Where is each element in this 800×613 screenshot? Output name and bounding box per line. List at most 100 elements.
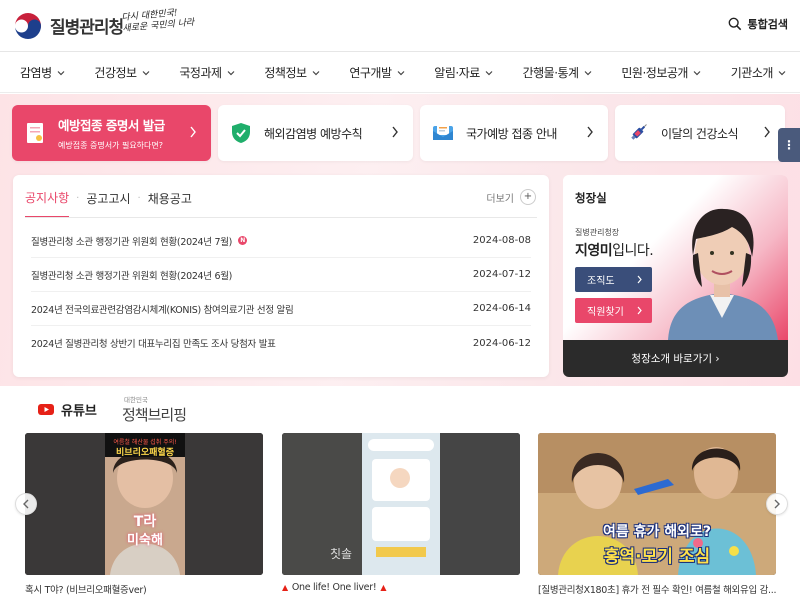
more-button[interactable]: 더보기 + (486, 189, 536, 205)
chevron-right-icon (637, 306, 642, 315)
nav-item-label: 정책정보 (264, 66, 307, 80)
bell-icon: ▲ (282, 583, 288, 592)
nav-item-2[interactable]: 국정과제 (179, 64, 234, 81)
site-header: 질병관리청 다시 대한민국! 새로운 국민의 나라 통합검색 (0, 0, 800, 52)
chevron-right-icon (774, 499, 780, 509)
notice-panel: 공지사항 · 공고고시 · 채용공고 더보기 + 질병관리청 소관 행정기관 위… (13, 175, 549, 377)
notice-title: 2024년 질병관리청 상반기 대표누리집 만족도 조사 당첨자 발표 (31, 336, 276, 350)
plus-icon: + (520, 189, 536, 205)
chevron-right-icon (637, 275, 642, 284)
chevron-right-icon (587, 126, 593, 138)
bell-icon: ▲ (380, 583, 387, 592)
video-2-image (282, 433, 520, 575)
notice-row[interactable]: 2024년 질병관리청 상반기 대표누리집 만족도 조사 당첨자 발표 2024… (31, 326, 531, 360)
video-3-caption-line1: 여름 휴가 해외로? (602, 524, 712, 540)
nav-item-0[interactable]: 감염병 (20, 64, 65, 81)
nav-item-3[interactable]: 정책정보 (264, 64, 319, 81)
tab-notice[interactable]: 공지사항 (25, 189, 70, 218)
notice-title-text: 2024년 질병관리청 상반기 대표누리집 만족도 조사 당첨자 발표 (31, 339, 276, 350)
director-intro-link[interactable]: 청장소개 바로가기 › (563, 340, 788, 377)
video-2-thumb-text: 칫솔 (330, 547, 353, 561)
staff-search-label: 직원찾기 (587, 307, 624, 318)
chevron-right-icon (392, 126, 398, 138)
nav-item-7[interactable]: 민원·정보공개 (621, 64, 701, 81)
syringe-icon (631, 124, 647, 140)
chevron-right-icon (190, 126, 196, 138)
chevron-left-icon (23, 499, 29, 509)
slogan: 다시 대한민국! 새로운 국민의 나라 (121, 7, 195, 35)
chevron-right-icon (764, 126, 770, 138)
more-label: 더보기 (486, 193, 514, 205)
national-vaccination-label: 국가예방 접종 안내 (466, 126, 557, 141)
notice-title: 질병관리청 소관 행정기관 위원회 현황(2024년 7월) N (31, 234, 248, 248)
notice-row[interactable]: 2024년 전국의료관련감염감시체계(KONIS) 참여의료기관 선정 알림 2… (31, 292, 531, 326)
staff-search-button[interactable]: 직원찾기 (575, 298, 652, 323)
org-chart-button[interactable]: 조직도 (575, 267, 652, 292)
tab-separator: · (76, 193, 80, 204)
director-portrait (668, 208, 778, 340)
youtube-heading[interactable]: 유튜브 (38, 400, 97, 419)
tab-announcement[interactable]: 공고고시 (86, 190, 130, 217)
vaccination-certificate-card[interactable]: 예방접종 증명서 발급 예방접종 증명서가 필요하다면? (12, 105, 211, 161)
chevron-down-icon (485, 70, 493, 75)
new-badge: N (238, 236, 248, 245)
kdca-logo-icon[interactable] (12, 10, 44, 42)
integrated-search-button[interactable]: 통합검색 (728, 16, 788, 32)
chevron-down-icon (693, 70, 701, 75)
director-office-title: 청장실 (575, 191, 607, 205)
overseas-infection-card[interactable]: 해외감염병 예방수칙 (218, 105, 413, 161)
video-2-caption: One life! One liver! (291, 582, 377, 593)
notice-date: 2024-08-08 (472, 235, 531, 246)
policy-briefing-logo[interactable]: 대한민국 정책브리핑 (122, 394, 187, 425)
search-label: 통합검색 (747, 18, 788, 31)
nav-item-label: 국정과제 (179, 66, 222, 80)
nav-item-label: 기관소개 (730, 66, 774, 80)
tab-recruitment[interactable]: 채용공고 (148, 190, 192, 217)
chevron-down-icon (778, 70, 786, 75)
notice-title-text: 질병관리청 소관 행정기관 위원회 현황(2024년 7월) (31, 236, 233, 248)
nav-item-5[interactable]: 알림·자료 (434, 64, 493, 81)
main-nav: 감염병 건강정보 국정과제 정책정보 연구개발 알림·자료 간행물·통계 민원·정보공개 기관소… (0, 53, 800, 93)
notice-row[interactable]: 질병관리청 소관 행정기관 위원회 현황(2024년 6월) 2024-07-1… (31, 258, 531, 292)
video-1-caption[interactable]: 혹시 T야? (비브리오패혈증ver) (25, 582, 263, 596)
briefing-small-text: 대한민국 (124, 396, 148, 404)
video-1-caption-main: 비브리오패혈증 (116, 448, 174, 458)
overseas-infection-label: 해외감염병 예방수칙 (264, 126, 363, 141)
search-icon (728, 17, 741, 31)
notice-title-text: 질병관리청 소관 행정기관 위원회 현황(2024년 6월) (31, 270, 233, 282)
chevron-down-icon (142, 70, 150, 75)
video-thumbnail-1[interactable]: 여름철 해산물 섭취 주의! 비브리오패혈증 T라 미숙해 (25, 433, 263, 575)
youtube-icon (38, 404, 54, 415)
org-name[interactable]: 질병관리청 (50, 13, 124, 38)
nav-item-6[interactable]: 간행물·통계 (523, 64, 592, 81)
national-vaccination-card[interactable]: 국가예방 접종 안내 (420, 105, 608, 161)
director-panel: 청장실 질병관리청장 지영미입니다. 조직도 직원찾기 청장소개 바로가기 › (563, 175, 788, 377)
carousel-next-button[interactable] (766, 493, 788, 515)
tab-separator: · (137, 193, 141, 204)
briefing-large-text: 정책브리핑 (122, 406, 187, 424)
video-2-caption-row[interactable]: ▲ One life! One liver! ▲ (282, 582, 520, 593)
chevron-down-icon (57, 70, 65, 75)
notice-row[interactable]: 질병관리청 소관 행정기관 위원회 현황(2024년 7월) N 2024-08… (31, 224, 531, 258)
notice-date: 2024-06-14 (472, 303, 531, 314)
monthly-health-news-card[interactable]: 이달의 건강소식 (615, 105, 785, 161)
vaccination-certificate-sub: 예방접종 증명서가 필요하다면? (58, 141, 164, 150)
video-3-caption[interactable]: [질병관리청X180초] 휴가 전 필수 확인! 여름철 해외유입 감... (538, 582, 776, 596)
nav-item-8[interactable]: 기관소개 (731, 64, 786, 81)
nav-item-1[interactable]: 건강정보 (94, 64, 150, 81)
side-more-button[interactable]: ⋮ (778, 128, 800, 162)
carousel-prev-button[interactable] (15, 493, 37, 515)
video-thumbnail-2[interactable]: 칫솔 (282, 433, 520, 575)
director-name: 지영미입니다. (575, 240, 654, 260)
monthly-health-news-label: 이달의 건강소식 (661, 126, 739, 141)
video-1-caption-bottom2: 미숙해 (127, 533, 163, 548)
nav-item-label: 연구개발 (349, 66, 392, 80)
nav-item-label: 알림·자료 (434, 66, 480, 80)
nav-item-4[interactable]: 연구개발 (349, 64, 404, 81)
shield-icon (232, 123, 250, 143)
chevron-down-icon (227, 70, 234, 75)
video-thumbnail-3[interactable]: 여름 휴가 해외로? 홍역·모기 조심 (538, 433, 776, 575)
youtube-label: 유튜브 (61, 404, 97, 419)
video-1-caption-bottom1: T라 (133, 514, 157, 530)
notice-date: 2024-07-12 (472, 269, 531, 280)
